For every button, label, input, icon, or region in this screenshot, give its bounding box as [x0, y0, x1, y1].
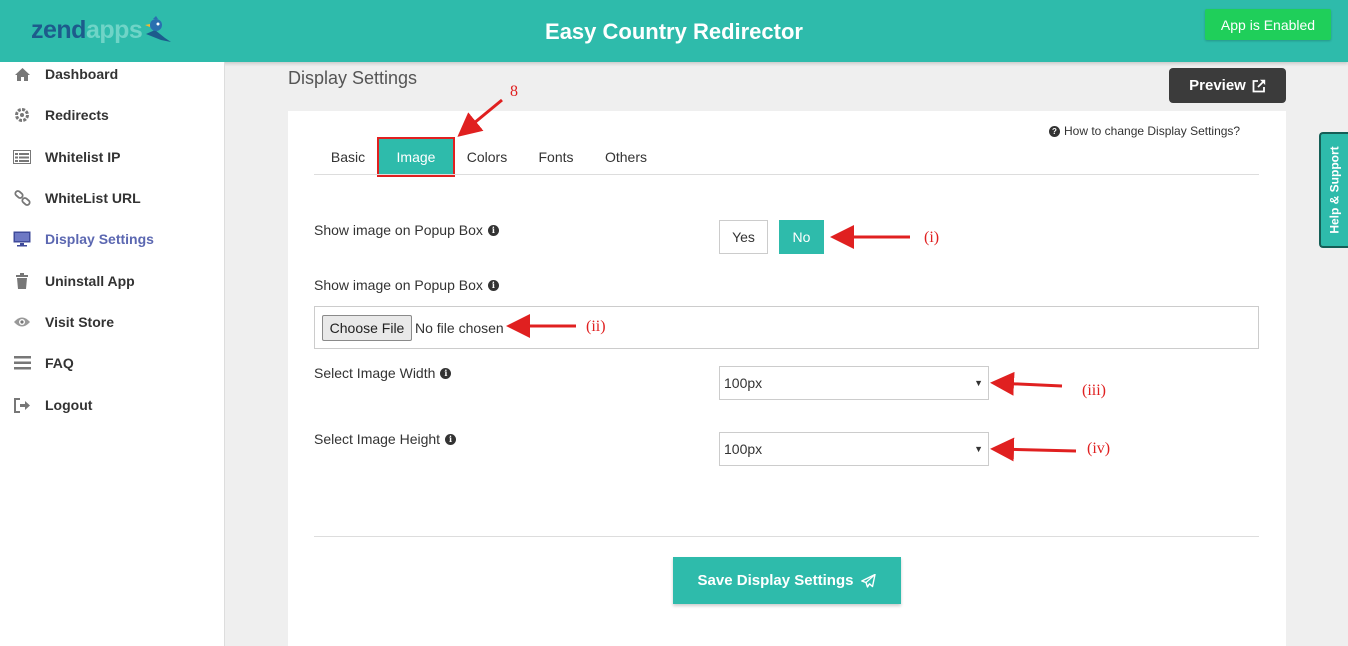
image-height-label: Select Image Height i [314, 431, 457, 447]
page-title: Display Settings [288, 68, 418, 88]
tabs-divider [314, 174, 1259, 175]
form-divider [314, 536, 1259, 537]
sidebar-item-logout[interactable]: Logout [0, 390, 224, 420]
annotation-ii: (ii) [586, 318, 606, 335]
help-support-label: Help & Support [1327, 146, 1342, 234]
list-icon [13, 148, 31, 166]
sidebar-item-label: Whitelist IP [45, 149, 121, 165]
tab-image[interactable]: Image [377, 137, 455, 177]
image-height-value: 100px [724, 441, 763, 457]
sidebar-item-label: Redirects [45, 107, 109, 123]
tab-basic[interactable]: Basic [318, 139, 378, 174]
annotation-step-number: 8 [510, 83, 518, 100]
tab-colors[interactable]: Colors [456, 139, 518, 174]
no-file-text: No file chosen [415, 320, 504, 336]
app-enabled-button[interactable]: App is Enabled [1205, 9, 1331, 40]
sidebar-item-display-settings[interactable]: Display Settings [0, 224, 224, 254]
tab-fonts[interactable]: Fonts [526, 139, 586, 174]
monitor-icon [13, 230, 31, 248]
no-button[interactable]: No [779, 220, 824, 254]
app-title: Easy Country Redirector [545, 19, 803, 44]
sidebar-item-uninstall-app[interactable]: Uninstall App [0, 266, 224, 296]
link-icon [13, 189, 31, 207]
info-icon[interactable]: i [440, 367, 452, 379]
sidebar-item-label: Uninstall App [45, 273, 135, 289]
image-width-select[interactable]: 100px ▼ [719, 366, 989, 400]
info-icon[interactable]: i [487, 224, 499, 236]
upload-image-label: Show image on Popup Box i [314, 277, 499, 293]
image-width-value: 100px [724, 375, 763, 391]
gear-icon [13, 106, 31, 124]
top-bar: zendapps Easy Country Redirector App is … [0, 0, 1348, 62]
show-image-label: Show image on Popup Box i [314, 222, 499, 238]
sidebar-item-label: Display Settings [45, 231, 154, 247]
sidebar-item-label: Logout [45, 397, 93, 413]
image-width-label: Select Image Width i [314, 365, 452, 381]
howto-link-text: How to change Display Settings? [1064, 124, 1241, 138]
sidebar-item-whitelist-ip[interactable]: Whitelist IP [0, 142, 224, 172]
choose-file-button[interactable]: Choose File [322, 315, 412, 341]
save-display-settings-button[interactable]: Save Display Settings [673, 557, 901, 604]
tab-others[interactable]: Others [594, 139, 658, 174]
preview-button[interactable]: Preview [1169, 68, 1286, 103]
external-link-icon [1252, 79, 1266, 92]
logout-icon [13, 396, 31, 414]
sidebar-item-label: Visit Store [45, 314, 114, 330]
annotation-i: (i) [924, 229, 940, 246]
sidebar-item-visit-store[interactable]: Visit Store [0, 307, 224, 337]
sidebar-item-faq[interactable]: FAQ [0, 348, 224, 378]
save-label: Save Display Settings [697, 572, 854, 589]
sidebar-item-label: WhiteList URL [45, 190, 141, 206]
yes-button[interactable]: Yes [719, 220, 768, 254]
sidebar-item-label: FAQ [45, 355, 74, 371]
info-icon[interactable]: i [445, 433, 457, 445]
annotation-iv: (iv) [1087, 440, 1111, 457]
bars-icon [13, 354, 31, 372]
home-icon [13, 65, 31, 83]
sidebar: Dashboard Redirects Whitelist IP WhiteLi… [0, 62, 225, 646]
image-height-select[interactable]: 100px ▼ [719, 432, 989, 466]
sidebar-item-label: Dashboard [45, 66, 119, 82]
info-icon[interactable]: i [487, 279, 499, 291]
trash-icon [13, 272, 31, 290]
sidebar-item-whitelist-url[interactable]: WhiteList URL [0, 183, 224, 213]
howto-link[interactable]: ? How to change Display Settings? [1049, 124, 1240, 138]
eye-icon [13, 313, 31, 331]
caret-down-icon: ▼ [974, 378, 983, 388]
paper-plane-icon [861, 573, 877, 588]
annotation-iii: (iii) [1082, 382, 1106, 399]
caret-down-icon: ▼ [974, 444, 983, 454]
help-support-tab[interactable]: Help & Support [1319, 132, 1348, 248]
file-input-box[interactable]: Choose File No file chosen [314, 306, 1259, 349]
sidebar-item-dashboard[interactable]: Dashboard [0, 59, 224, 89]
sidebar-item-redirects[interactable]: Redirects [0, 100, 224, 130]
preview-label: Preview [1189, 77, 1246, 94]
question-icon: ? [1049, 125, 1060, 137]
